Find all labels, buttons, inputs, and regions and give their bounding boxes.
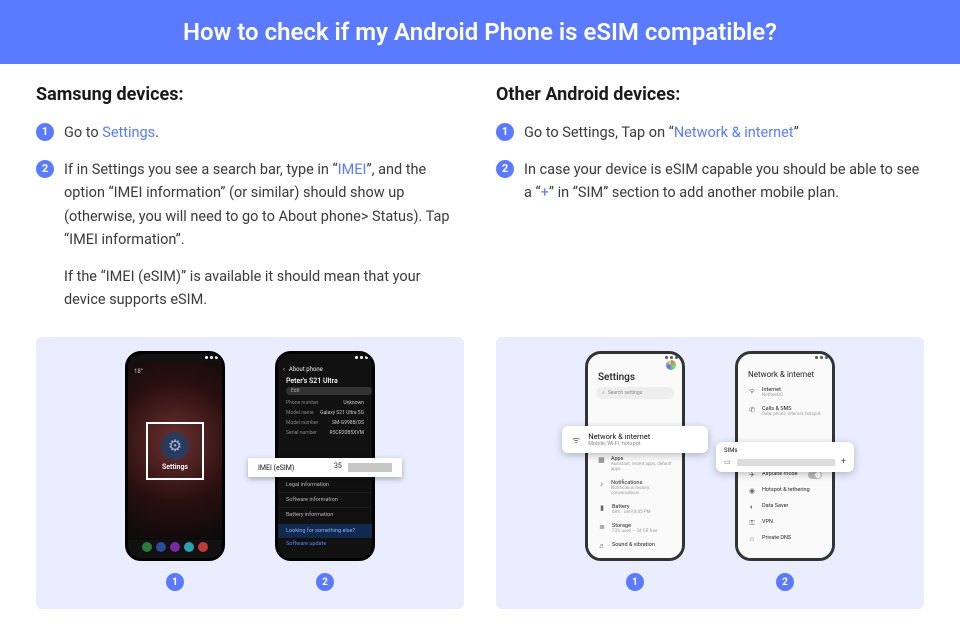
settings-highlight: ⚙ Settings (146, 422, 204, 480)
caption-badge: 2 (776, 573, 794, 591)
phone-mock: 18° ⚙ Settings (125, 351, 225, 561)
phone-mock: Settings ⌕Search settings ⊞Connected dev… (585, 351, 685, 561)
software-update: Software update (278, 538, 372, 550)
other-gallery: Settings ⌕Search settings ⊞Connected dev… (496, 337, 924, 609)
step-number-badge: 2 (496, 160, 514, 178)
imei-value-masked (348, 463, 392, 472)
sound-icon: ♬ (598, 542, 606, 550)
list-item: Legal information (278, 477, 372, 492)
samsung-title: Samsung devices: (36, 84, 464, 105)
list-item: ⚿VPN (738, 515, 832, 531)
edit-button: Edit (286, 387, 372, 395)
apps-icon: ▦ (598, 456, 605, 464)
wifi-icon: ᯤ (748, 387, 756, 395)
imei-callout: IMEI (eSIM) (248, 458, 402, 477)
callout-text: Network & internet Mobile, Wi-Fi, hotspo… (588, 432, 650, 447)
list-item: ✆Calls & SMSData, phone, internet, hotsp… (738, 402, 832, 421)
settings-link[interactable]: Settings (102, 124, 155, 141)
page-header: How to check if my Android Phone is eSIM… (0, 0, 960, 64)
about-header: ‹ About phone (278, 362, 372, 377)
network-internet-callout: ᯤ Network & internet Mobile, Wi-Fi, hots… (562, 426, 708, 453)
list-item: ◐Data Saver (738, 499, 832, 515)
device-name: Peter's S21 Ultra (278, 377, 372, 387)
samsung-gallery: 18° ⚙ Settings 1 ‹ About phone (36, 337, 464, 609)
airplane-icon: ✈ (748, 471, 756, 479)
step-number-badge: 1 (36, 123, 54, 141)
plus-link[interactable]: + (541, 184, 549, 201)
home-screen: 18° ⚙ Settings (128, 362, 222, 540)
list-item: ♪NotificationsNotification history, conv… (588, 476, 682, 500)
gallery-row: 18° ⚙ Settings 1 ‹ About phone (0, 325, 960, 609)
table-row: Phone numberUnknown (278, 398, 372, 408)
list-item: Software information (278, 492, 372, 507)
caption-badge: 1 (626, 573, 644, 591)
dns-icon: ⌂ (748, 535, 756, 543)
phone-icon: ✆ (748, 406, 756, 414)
step-number-badge: 1 (496, 123, 514, 141)
gear-icon: ⚙ (161, 432, 189, 460)
wifi-icon: ᯤ (572, 433, 580, 446)
plus-icon: + (841, 457, 846, 467)
settings-label: Settings (162, 463, 188, 471)
looking-banner: Looking for something else? (278, 524, 372, 538)
weather-widget: 18° (134, 368, 143, 375)
list-item: ▮Battery68% · Until 8:45 PM (588, 500, 682, 519)
status-bar (738, 354, 832, 362)
sims-label: SIMs (724, 447, 846, 454)
list-item: ♬Sound & vibration (588, 538, 682, 554)
samsung-step-2: 2 If in Settings you see a search bar, t… (36, 158, 464, 311)
vpn-icon: ⚿ (748, 519, 756, 527)
page-title: How to check if my Android Phone is eSIM… (183, 18, 777, 46)
samsung-column: Samsung devices: 1 Go to Settings. 2 If … (36, 84, 464, 325)
step-text: Go to Settings. (64, 121, 464, 144)
samsung-shot-1: 18° ⚙ Settings 1 (125, 351, 225, 591)
search-icon: ⌕ (602, 390, 605, 396)
status-bar (278, 354, 372, 362)
dock (128, 540, 222, 558)
imei-label: IMEI (eSIM) (258, 464, 294, 472)
back-icon: ‹ (283, 366, 285, 373)
battery-icon: ▮ (598, 504, 606, 512)
bell-icon: ♪ (598, 480, 605, 488)
status-bar (128, 354, 222, 362)
other-step-2: 2 In case your device is eSIM capable yo… (496, 158, 924, 204)
search-input: ⌕Search settings (596, 387, 674, 399)
sim-icon: ▭ (724, 458, 731, 466)
sims-callout: SIMs ▭ + (716, 442, 854, 472)
list-item: Battery information (278, 507, 372, 522)
other-column: Other Android devices: 1 Go to Settings,… (496, 84, 924, 325)
samsung-step-1: 1 Go to Settings. (36, 121, 464, 144)
storage-icon: ≣ (598, 523, 606, 531)
list-item: ▦AppsAssistant, recent apps, default app… (588, 452, 682, 476)
phone-mock: Network & internet ᯤInternetNetfreeGO ✆C… (735, 351, 835, 561)
step-extra-text: If the “IMEI (eSIM)” is available it sho… (64, 265, 464, 311)
hotspot-icon: ◉ (748, 487, 756, 495)
other-title: Other Android devices: (496, 84, 924, 105)
step-text: Go to Settings, Tap on “Network & intern… (524, 121, 924, 144)
ni-title: Network & internet (738, 362, 832, 383)
table-row: Model nameGalaxy S21 Ultra 5G (278, 408, 372, 418)
datasaver-icon: ◐ (748, 503, 756, 511)
step-number-badge: 2 (36, 160, 54, 178)
imei-link[interactable]: IMEI (338, 161, 367, 178)
caption-badge: 1 (166, 573, 184, 591)
toggle (808, 471, 822, 479)
instruction-columns: Samsung devices: 1 Go to Settings. 2 If … (0, 64, 960, 325)
sim-carrier-masked (737, 459, 835, 466)
table-row: Serial numberR5CR20B5XVM (278, 428, 372, 438)
list-item: ᯤInternetNetfreeGO (738, 383, 832, 402)
table-row: Model numberSM-G998B/DS (278, 418, 372, 428)
other-step-1: 1 Go to Settings, Tap on “Network & inte… (496, 121, 924, 144)
list-item: ⌂Private DNS (738, 531, 832, 547)
samsung-shot-2: ‹ About phone Peter's S21 Ultra Edit Pho… (275, 351, 375, 591)
other-shot-2: Network & internet ᯤInternetNetfreeGO ✆C… (735, 351, 835, 591)
other-shot-1: Settings ⌕Search settings ⊞Connected dev… (585, 351, 685, 591)
caption-badge: 2 (316, 573, 334, 591)
network-internet-link[interactable]: Network & internet (674, 124, 794, 141)
step-text: If in Settings you see a search bar, typ… (64, 158, 464, 311)
phone-mock: ‹ About phone Peter's S21 Ultra Edit Pho… (275, 351, 375, 561)
step-text: In case your device is eSIM capable you … (524, 158, 924, 204)
list-item: ◉Hotspot & tethering (738, 483, 832, 499)
list-item: ≣Storage73% used – 34 GB free (588, 519, 682, 538)
